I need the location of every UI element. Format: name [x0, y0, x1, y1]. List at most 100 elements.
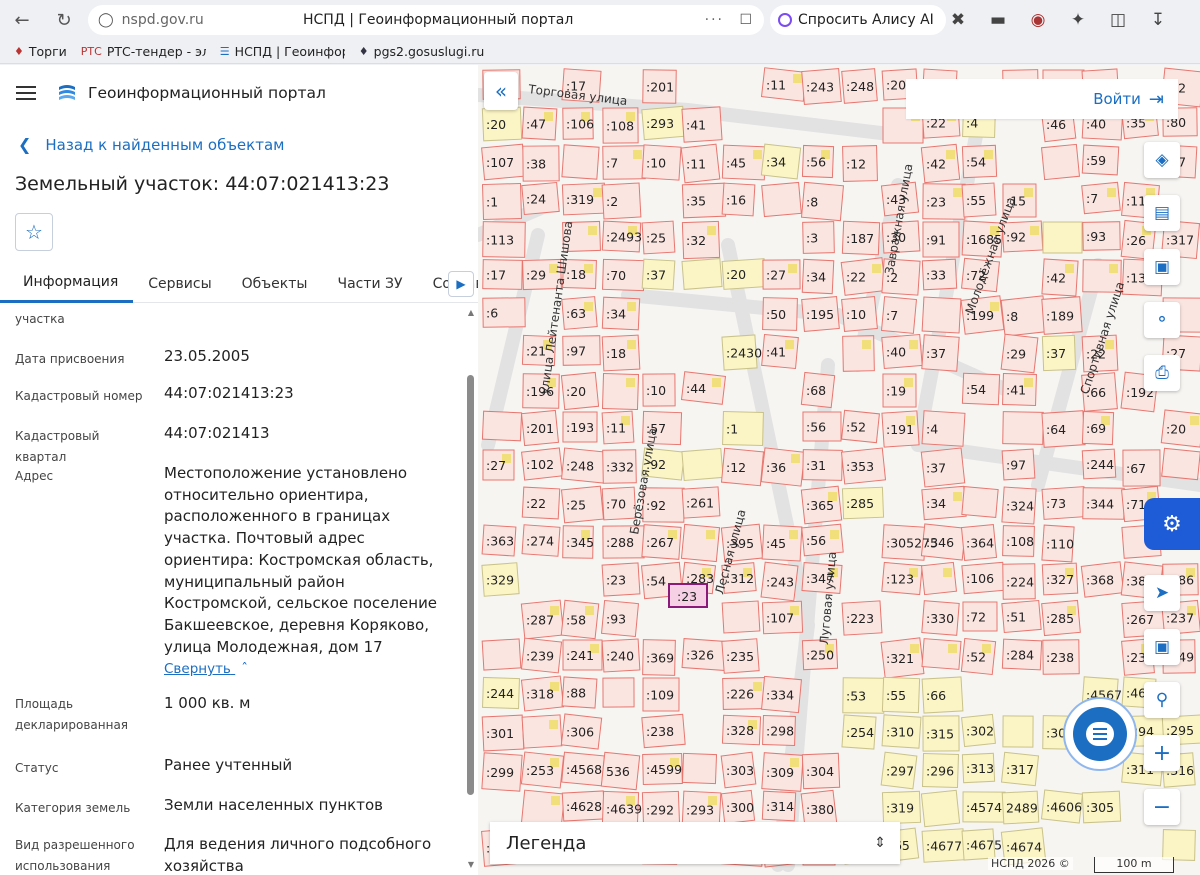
parcel-number-label: :368: [1086, 573, 1114, 588]
service-badge-button[interactable]: ⚙: [1144, 498, 1200, 550]
search-location-button[interactable]: ⚲: [1144, 682, 1180, 718]
area-search-button[interactable]: ▣: [1144, 249, 1180, 285]
alisa-icon: [778, 13, 792, 27]
chevron-left-icon: ❮: [18, 135, 32, 154]
parcel-number-label: :317: [1006, 762, 1034, 777]
parcel-number-label: :56: [806, 155, 826, 170]
chat-icon: [1073, 707, 1127, 761]
url-text: nspd.gov.ru: [121, 12, 204, 28]
parcel-number-label: :326: [686, 648, 714, 663]
bookmark-icon[interactable]: ☐: [739, 12, 752, 28]
parcel-number-label: :4568: [566, 762, 602, 777]
back-arrow-icon[interactable]: ←: [4, 2, 40, 38]
parcel-number-label: :8: [1006, 309, 1018, 324]
field-row: Кадастровый квартал 44:07:021413: [0, 423, 462, 464]
extension-circle-icon[interactable]: ◉: [1025, 6, 1051, 34]
scrollbar-thumb[interactable]: [467, 375, 474, 795]
bookmark-torgi[interactable]: ♦ Торги: [14, 44, 67, 59]
expand-collapse-icon[interactable]: ⇕: [874, 835, 886, 851]
extension-k-icon[interactable]: ✖: [945, 6, 971, 34]
parcel-number-label: :313: [966, 761, 994, 776]
back-to-results-link[interactable]: ❮ Назад к найденным объектам: [18, 135, 284, 154]
tab-information[interactable]: Информация: [0, 265, 134, 303]
extension-box-icon[interactable]: ▬: [985, 6, 1011, 34]
parcel-number-label: :238: [1046, 650, 1074, 665]
address-bar[interactable]: ◯ nspd.gov.ru НСПД | Геоинформационный п…: [88, 5, 764, 35]
login-label: Войти: [1093, 90, 1141, 108]
parcel-number-label: :24: [526, 192, 546, 207]
parcel-number-label: :57: [646, 421, 666, 436]
parcel-number-label: :261: [686, 496, 714, 511]
parcel-number-label: :64: [1046, 422, 1066, 437]
parcel-number-label: :3: [806, 231, 818, 246]
panel-header: Геоинформационный портал: [0, 65, 478, 121]
download-icon[interactable]: ↧: [1145, 6, 1171, 34]
parcel-number-label: :6: [486, 306, 498, 321]
scroll-up-arrow-icon[interactable]: ▲: [468, 308, 474, 317]
bookmark-rts[interactable]: РТСРТС-тендер - элек: [81, 44, 206, 59]
parcel-number-label: :88: [566, 686, 586, 701]
parcel-number-label: :70: [606, 497, 626, 512]
login-button[interactable]: Войти ⇥: [906, 79, 1178, 119]
tab-parts[interactable]: Части ЗУ: [322, 265, 417, 303]
layers-button[interactable]: ◈: [1144, 142, 1180, 178]
legend-panel[interactable]: Легенда ⇕: [490, 822, 900, 864]
collapse-link[interactable]: Свернуть ˆ: [164, 661, 248, 677]
parcel-number-label: :1: [726, 422, 738, 437]
scroll-down-arrow-icon[interactable]: ▼: [468, 860, 474, 869]
parcel-number-label: :243: [806, 80, 834, 95]
parcel-number-label: :201: [526, 421, 554, 436]
parcel-number-label: :27: [766, 268, 786, 283]
parcel-number-label: :31: [806, 458, 826, 473]
bookmark-gosuslugi[interactable]: ♦ pgs2.gosuslugi.ru: [359, 44, 484, 59]
map-copyright: НСПД 2026 ©: [988, 857, 1073, 870]
parcel-number-label: :299: [486, 765, 514, 780]
ruler-button[interactable]: ▤: [1144, 195, 1180, 231]
parcel-number-label: :107: [486, 155, 514, 170]
field-row: Категория земель Земли населенных пункто…: [0, 795, 462, 817]
parcel-number-label: :297: [886, 764, 914, 779]
field-row: участка: [0, 309, 462, 331]
parcel-number-label: :54: [966, 382, 986, 397]
alisa-button[interactable]: Спросить Алису AI: [770, 5, 946, 35]
field-value: Местоположение установлено относительно …: [164, 464, 438, 656]
tabs-scroll-right-button[interactable]: ▶: [448, 271, 474, 297]
parcel-number-label: :97: [566, 344, 586, 359]
zoom-in-button[interactable]: +: [1144, 735, 1180, 771]
geolocation-button[interactable]: ➤: [1144, 575, 1180, 611]
parcel-number-label: :189: [1046, 309, 1074, 324]
zoom-out-button[interactable]: −: [1144, 789, 1180, 825]
collapse-panel-button[interactable]: «: [484, 72, 518, 110]
print-button[interactable]: ⎙: [1144, 355, 1180, 391]
favorite-star-button[interactable]: ☆: [15, 213, 53, 251]
parcel-number-label: :66: [926, 688, 946, 703]
reload-icon[interactable]: ↻: [46, 2, 82, 38]
chat-button[interactable]: [1063, 697, 1137, 771]
parcel-number-label: :284: [1006, 648, 1034, 663]
puzzle-icon[interactable]: ✦: [1065, 6, 1091, 34]
parcel-number-label: :364: [966, 536, 994, 551]
parcel-number-label: :304: [806, 764, 834, 779]
menu-icon[interactable]: [16, 86, 36, 100]
parcel-number-label: :312: [726, 571, 754, 586]
cadastral-map[interactable]: Торговая улица Берёзовая улица Лесная улиц…: [478, 65, 1200, 875]
parcel-number-label: :30: [886, 230, 906, 245]
parcel-number-label: :4675: [966, 838, 1002, 853]
parcel-number-label: :199: [966, 308, 994, 323]
parcel-number-label: :20: [486, 117, 506, 132]
share-button[interactable]: ⚬: [1144, 302, 1180, 338]
field-key: Категория земель: [15, 801, 131, 815]
parcel-number-label: :106: [566, 117, 594, 132]
parcel-number-label: :44: [686, 381, 706, 396]
minimap-button[interactable]: ▣: [1144, 629, 1180, 665]
extensions-bar: ✖ ▬ ◉ ✦ ◫ ↧: [945, 6, 1171, 34]
parcel-number-label: :20: [1166, 422, 1186, 437]
parcel-number-label: :93: [606, 612, 626, 627]
tab-services[interactable]: Сервисы: [133, 265, 226, 303]
parcel-number-label: :70: [606, 268, 626, 283]
collections-icon[interactable]: ◫: [1105, 6, 1131, 34]
more-icon[interactable]: ···: [705, 12, 724, 28]
tab-objects[interactable]: Объекты: [227, 265, 323, 303]
bookmark-nspd[interactable]: ☰ НСПД | Геоинфор: [220, 44, 345, 59]
double-chevron-left-icon: «: [494, 79, 508, 103]
